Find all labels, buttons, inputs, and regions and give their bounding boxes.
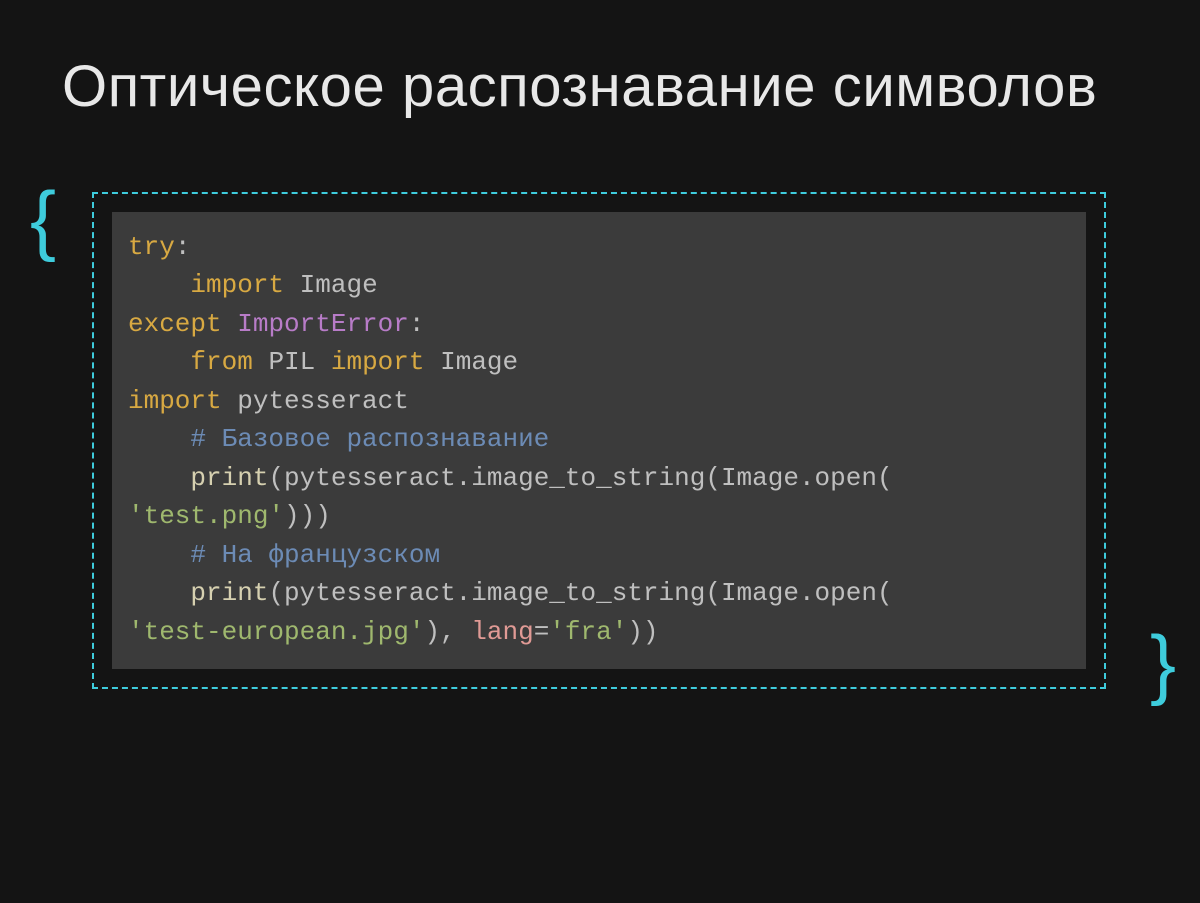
- code-punct: ),: [424, 617, 471, 647]
- code-parameter: lang: [471, 617, 533, 647]
- code-keyword: import: [128, 386, 222, 416]
- slide-title: Оптическое распознавание символов: [0, 0, 1200, 132]
- code-punct: (: [268, 578, 284, 608]
- code-indent: [128, 424, 190, 454]
- code-identifier: Image.open: [721, 463, 877, 493]
- code-class: ImportError: [237, 309, 409, 339]
- brace-right-icon: }: [1150, 618, 1176, 709]
- code-keyword: import: [190, 270, 284, 300]
- code-punct: (: [877, 578, 893, 608]
- content-area: { } try: import Image except ImportError…: [0, 192, 1200, 689]
- code-punct: )): [627, 617, 658, 647]
- code-punct: (: [705, 578, 721, 608]
- code-string: 'fra': [549, 617, 627, 647]
- code-identifier: pytesseract.image_to_string: [284, 463, 705, 493]
- code-container: try: import Image except ImportError: fr…: [92, 192, 1106, 689]
- code-punct: (: [705, 463, 721, 493]
- code-keyword: try: [128, 232, 175, 262]
- code-comment: # Базовое распознавание: [190, 424, 549, 454]
- code-identifier: Image: [300, 270, 378, 300]
- code-keyword: except: [128, 309, 222, 339]
- code-string: 'test-european.jpg': [128, 617, 424, 647]
- code-punct: ))): [284, 501, 331, 531]
- code-indent: [128, 578, 190, 608]
- code-indent: [128, 540, 190, 570]
- code-punct: :: [175, 232, 191, 262]
- code-function: print: [190, 463, 268, 493]
- code-punct: :: [409, 309, 425, 339]
- code-function: print: [190, 578, 268, 608]
- code-string: 'test.png': [128, 501, 284, 531]
- brace-left-icon: {: [30, 174, 56, 265]
- code-keyword: from: [190, 347, 252, 377]
- code-identifier: pytesseract.image_to_string: [284, 578, 705, 608]
- code-indent: [128, 463, 190, 493]
- code-punct: =: [534, 617, 550, 647]
- code-punct: (: [877, 463, 893, 493]
- code-identifier: Image.open: [721, 578, 877, 608]
- code-indent: [128, 270, 190, 300]
- code-comment: # На французском: [190, 540, 440, 570]
- code-identifier: PIL: [268, 347, 315, 377]
- code-punct: (: [268, 463, 284, 493]
- code-indent: [128, 347, 190, 377]
- code-block: try: import Image except ImportError: fr…: [112, 212, 1086, 669]
- code-identifier: Image: [440, 347, 518, 377]
- code-identifier: pytesseract: [237, 386, 409, 416]
- code-keyword: import: [331, 347, 425, 377]
